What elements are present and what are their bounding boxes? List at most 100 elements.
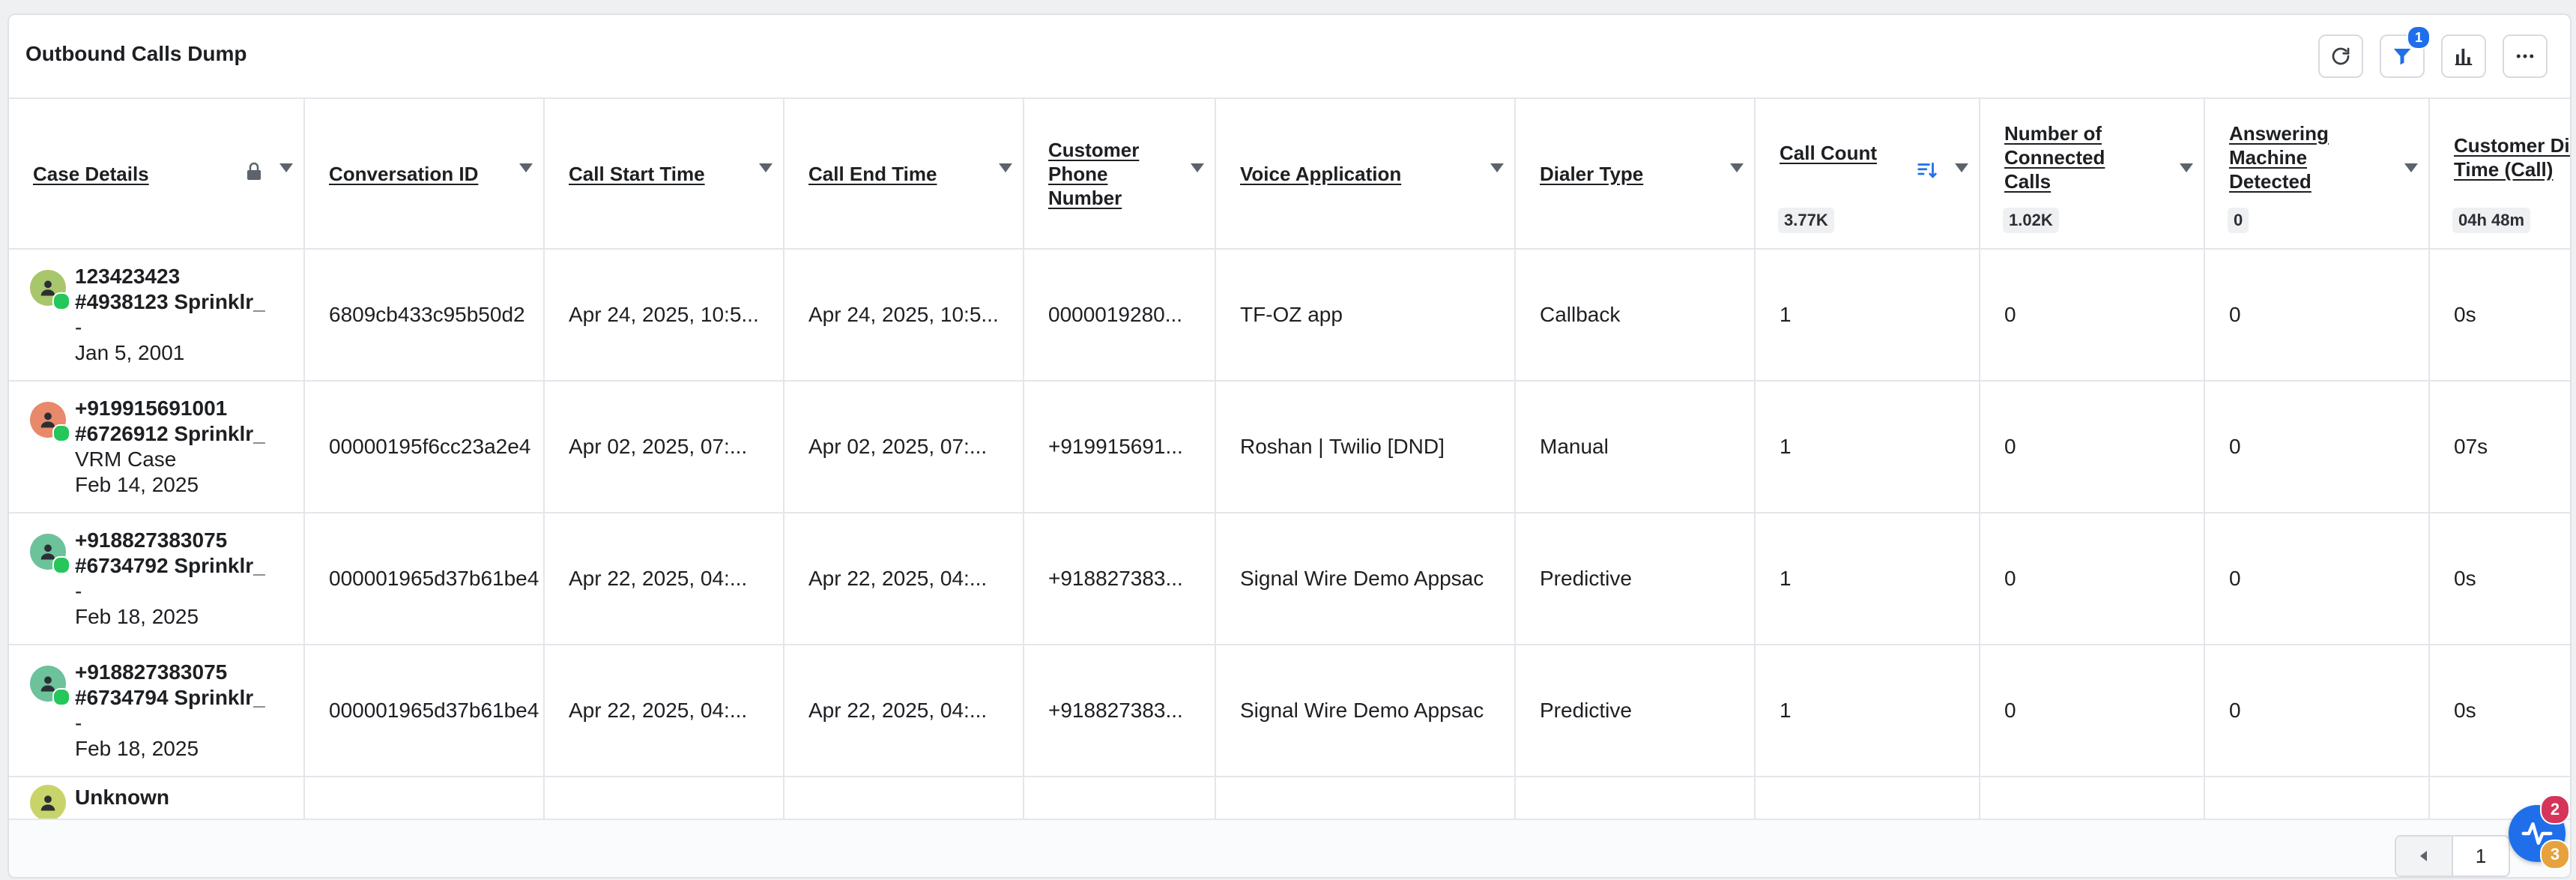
case-date: Feb 14, 2025 bbox=[75, 473, 199, 496]
column-header-case-details[interactable]: Case Details bbox=[9, 99, 305, 250]
dialer-type-cell: Callback bbox=[1515, 249, 1756, 382]
table-row[interactable]: +918827383075 #6734792 Sprinklr_ - Feb 18, … bbox=[9, 513, 2570, 645]
table-row[interactable]: +918827383075 #6734794 Sprinklr_ - Feb 18, … bbox=[9, 645, 2570, 777]
conversation-id-cell: 6809cb433c95b50d2 bbox=[304, 249, 545, 382]
chevron-down-icon[interactable] bbox=[2180, 163, 2193, 172]
notification-badge: 2 bbox=[2540, 795, 2570, 825]
chevron-down-icon[interactable] bbox=[759, 163, 773, 172]
case-contact[interactable]: +918827383075 bbox=[75, 660, 265, 685]
call-count-cell: 1 bbox=[1755, 249, 1980, 382]
column-aggregate: 1.02K bbox=[2003, 208, 2059, 233]
calls-table-container: Case Details Conversation ID Call Start … bbox=[9, 97, 2570, 822]
chevron-down-icon[interactable] bbox=[1191, 163, 1204, 172]
case-details-cell[interactable]: +918827383075 #6734794 Sprinklr_ - Feb 18, … bbox=[9, 645, 305, 777]
outbound-calls-widget: Outbound Calls Dump 1 Case Details Conve… bbox=[7, 13, 2572, 879]
voice-app-cell: Roshan | Twilio [DND] bbox=[1215, 381, 1516, 513]
empty-cell bbox=[544, 777, 784, 822]
case-date: Feb 18, 2025 bbox=[75, 737, 199, 760]
empty-cell bbox=[784, 777, 1024, 822]
channel-status-dot bbox=[52, 292, 70, 310]
column-header-answering-machine[interactable]: Answering Machine Detected 0 bbox=[2204, 99, 2430, 250]
current-page[interactable]: 1 bbox=[2453, 837, 2509, 876]
chevron-down-icon[interactable] bbox=[2404, 163, 2418, 172]
column-header-connected-calls[interactable]: Number of Connected Calls 1.02K bbox=[1980, 99, 2205, 250]
call-start-cell: Apr 22, 2025, 04:... bbox=[544, 645, 784, 777]
connected-calls-cell: 0 bbox=[1980, 249, 2205, 382]
case-number[interactable]: #6734794 Sprinklr_ bbox=[75, 685, 265, 711]
chevron-down-icon[interactable] bbox=[999, 163, 1012, 172]
case-number[interactable]: #6734792 Sprinklr_ bbox=[75, 553, 265, 579]
conversation-id-cell: 000001965d37b61be4 bbox=[304, 645, 545, 777]
phone-cell: +919915691... bbox=[1024, 381, 1216, 513]
column-aggregate: 04h 48m bbox=[2452, 208, 2531, 233]
filter-count-badge: 1 bbox=[2407, 25, 2431, 49]
dialer-type-cell: Predictive bbox=[1515, 513, 1756, 645]
empty-cell bbox=[1980, 777, 2205, 822]
activity-launcher-button[interactable]: 2 3 bbox=[2509, 795, 2570, 870]
chevron-down-icon[interactable] bbox=[1730, 163, 1744, 172]
chevron-down-icon[interactable] bbox=[1490, 163, 1504, 172]
column-header-customer-dial-time[interactable]: Customer Dial Time (Call) 04h 48m bbox=[2429, 99, 2570, 250]
avatar bbox=[30, 785, 66, 820]
case-details-cell[interactable]: +918827383075 #6734792 Sprinklr_ - Feb 18, … bbox=[9, 513, 305, 645]
case-date: Feb 18, 2025 bbox=[75, 605, 199, 628]
chevron-down-icon[interactable] bbox=[1955, 163, 1968, 172]
avatar bbox=[30, 666, 70, 706]
empty-cell bbox=[1755, 777, 1980, 822]
case-contact[interactable]: +919915691001 bbox=[75, 396, 265, 421]
call-start-cell: Apr 22, 2025, 04:... bbox=[544, 513, 784, 645]
dialer-type-cell: Manual bbox=[1515, 381, 1756, 513]
channel-status-dot bbox=[52, 688, 70, 706]
column-aggregate: 0 bbox=[2228, 208, 2249, 233]
column-header-call-end-time[interactable]: Call End Time bbox=[784, 99, 1024, 250]
case-contact[interactable]: Unknown bbox=[75, 785, 169, 810]
chart-view-button[interactable] bbox=[2441, 34, 2486, 78]
call-end-cell: Apr 24, 2025, 10:5... bbox=[784, 249, 1024, 382]
phone-cell: +918827383... bbox=[1024, 513, 1216, 645]
connected-calls-cell: 0 bbox=[1980, 381, 2205, 513]
connected-calls-cell: 0 bbox=[1980, 645, 2205, 777]
column-header-call-count[interactable]: Call Count 3.77K bbox=[1755, 99, 1980, 250]
voice-app-cell: Signal Wire Demo Appsac bbox=[1215, 645, 1516, 777]
column-header-conversation-id[interactable]: Conversation ID bbox=[304, 99, 545, 250]
refresh-button[interactable] bbox=[2318, 34, 2363, 78]
sort-desc-icon[interactable] bbox=[1916, 159, 1938, 181]
call-start-cell: Apr 24, 2025, 10:5... bbox=[544, 249, 784, 382]
empty-cell bbox=[1215, 777, 1516, 822]
case-contact[interactable]: +918827383075 bbox=[75, 528, 265, 553]
chevron-down-icon[interactable] bbox=[279, 163, 293, 172]
more-options-button[interactable] bbox=[2503, 34, 2548, 78]
table-row[interactable]: +919915691001 #6726912 Sprinklr_ VRM Case F… bbox=[9, 381, 2570, 513]
filter-button[interactable]: 1 bbox=[2380, 25, 2431, 78]
case-subject: VRM Case bbox=[75, 447, 177, 471]
case-number[interactable]: #4938123 Sprinklr_ bbox=[75, 289, 265, 315]
previous-page-button[interactable] bbox=[2396, 837, 2453, 876]
chevron-down-icon[interactable] bbox=[519, 163, 533, 172]
column-header-dialer-type[interactable]: Dialer Type bbox=[1515, 99, 1756, 250]
phone-cell: 0000019280... bbox=[1024, 249, 1216, 382]
call-count-cell: 1 bbox=[1755, 513, 1980, 645]
phone-cell: +918827383... bbox=[1024, 645, 1216, 777]
amd-cell: 0 bbox=[2204, 381, 2430, 513]
connected-calls-cell: 0 bbox=[1980, 513, 2205, 645]
case-details-cell[interactable]: 123423423 #4938123 Sprinklr_ - Jan 5, 2001 bbox=[9, 249, 305, 382]
bar-chart-icon bbox=[2455, 49, 2473, 65]
column-header-voice-application[interactable]: Voice Application bbox=[1215, 99, 1516, 250]
call-end-cell: Apr 22, 2025, 04:... bbox=[784, 645, 1024, 777]
column-header-customer-phone[interactable]: Customer Phone Number bbox=[1024, 99, 1216, 250]
avatar bbox=[30, 402, 70, 442]
empty-cell bbox=[1024, 777, 1216, 822]
column-header-call-start-time[interactable]: Call Start Time bbox=[544, 99, 784, 250]
amd-cell: 0 bbox=[2204, 513, 2430, 645]
case-number[interactable]: #6726912 Sprinklr_ bbox=[75, 421, 265, 447]
table-header-row: Case Details Conversation ID Call Start … bbox=[9, 99, 2570, 250]
voice-app-cell: Signal Wire Demo Appsac bbox=[1215, 513, 1516, 645]
case-contact[interactable]: 123423423 bbox=[75, 264, 265, 289]
case-details-cell[interactable]: +919915691001 #6726912 Sprinklr_ VRM Case F… bbox=[9, 381, 305, 513]
notification-badge: 3 bbox=[2540, 840, 2570, 870]
table-row[interactable]: Unknown bbox=[9, 777, 2570, 822]
table-row[interactable]: 123423423 #4938123 Sprinklr_ - Jan 5, 2001 6… bbox=[9, 249, 2570, 382]
dial-time-cell: 0s bbox=[2429, 249, 2570, 382]
case-details-cell[interactable]: Unknown bbox=[9, 777, 305, 822]
call-count-cell: 1 bbox=[1755, 381, 1980, 513]
